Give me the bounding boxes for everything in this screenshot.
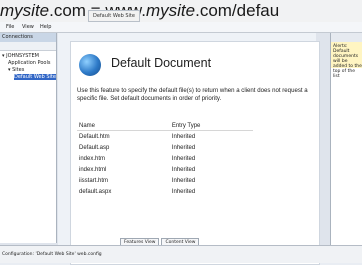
iis-manager-window: mysite.com = www.mysite.com/defau Defaul…: [0, 0, 362, 265]
menu-bar: File View Help: [0, 22, 362, 33]
column-entry-type[interactable]: Entry Type: [169, 122, 253, 131]
tree-item-sites[interactable]: ▾ Sites: [2, 67, 56, 74]
menu-file[interactable]: File: [6, 24, 14, 30]
table-row[interactable]: default.aspx Inherited: [77, 186, 253, 197]
row-entry-type: Inherited: [171, 144, 196, 151]
tree-item-default-web-site[interactable]: Default Web Site: [2, 74, 56, 81]
row-name: index.html: [79, 166, 107, 173]
alert-box: Alerts: Default documents will be added …: [331, 42, 362, 79]
default-documents-table: Name Entry Type Default.htm Inherited Def…: [77, 122, 253, 197]
watermark-url: mysite.com = www.mysite.com/defau: [0, 0, 362, 22]
row-name: Default.htm: [79, 133, 110, 140]
row-name: index.htm: [79, 155, 106, 162]
row-entry-type: Inherited: [171, 155, 196, 162]
tree-item-server[interactable]: ▾ JOHNSYSTEM: [2, 53, 56, 60]
connections-toolbar: [0, 42, 56, 51]
column-name[interactable]: Name: [77, 122, 170, 131]
actions-header: [331, 33, 362, 42]
row-name: Default.asp: [79, 144, 110, 151]
tree-item-app-pools[interactable]: Application Pools: [2, 60, 56, 67]
watermark-part4: .com/defau: [195, 1, 280, 20]
menu-help[interactable]: Help: [40, 24, 51, 30]
feature-area: Default Document Use this feature to spe…: [58, 33, 320, 265]
page-title: Default Document: [111, 56, 212, 70]
default-document-panel: Default Document Use this feature to spe…: [70, 41, 320, 265]
connections-header: Connections: [0, 33, 56, 42]
table-row[interactable]: index.htm Inherited: [77, 153, 253, 164]
connections-tree: ▾ JOHNSYSTEM Application Pools ▾ Sites D…: [0, 51, 56, 81]
feature-description: Use this feature to specify the default …: [77, 87, 308, 102]
watermark-part1: mysite: [0, 1, 50, 20]
globe-icon: [79, 54, 101, 76]
table-row[interactable]: index.html Inherited: [77, 164, 253, 175]
status-bar: Configuration: 'Default Web Site' web.co…: [0, 245, 362, 263]
connections-pane: Connections ▾ JOHNSYSTEM Application Poo…: [0, 33, 57, 243]
row-entry-type: Inherited: [171, 166, 196, 173]
table-header-row: Name Entry Type: [77, 122, 253, 131]
actions-pane: Alerts: Default documents will be added …: [330, 33, 362, 245]
table-row[interactable]: Default.htm Inherited: [77, 131, 253, 143]
row-name: default.aspx: [79, 188, 112, 195]
menu-view[interactable]: View: [22, 24, 34, 30]
window-tab[interactable]: Default Web Site: [88, 10, 140, 22]
row-entry-type: Inherited: [171, 177, 196, 184]
row-name: iisstart.htm: [79, 177, 109, 184]
row-entry-type: Inherited: [171, 133, 196, 140]
row-entry-type: Inherited: [171, 188, 196, 195]
watermark-part3: mysite: [145, 1, 196, 20]
table-row[interactable]: Default.asp Inherited: [77, 142, 253, 153]
table-row[interactable]: iisstart.htm Inherited: [77, 175, 253, 186]
